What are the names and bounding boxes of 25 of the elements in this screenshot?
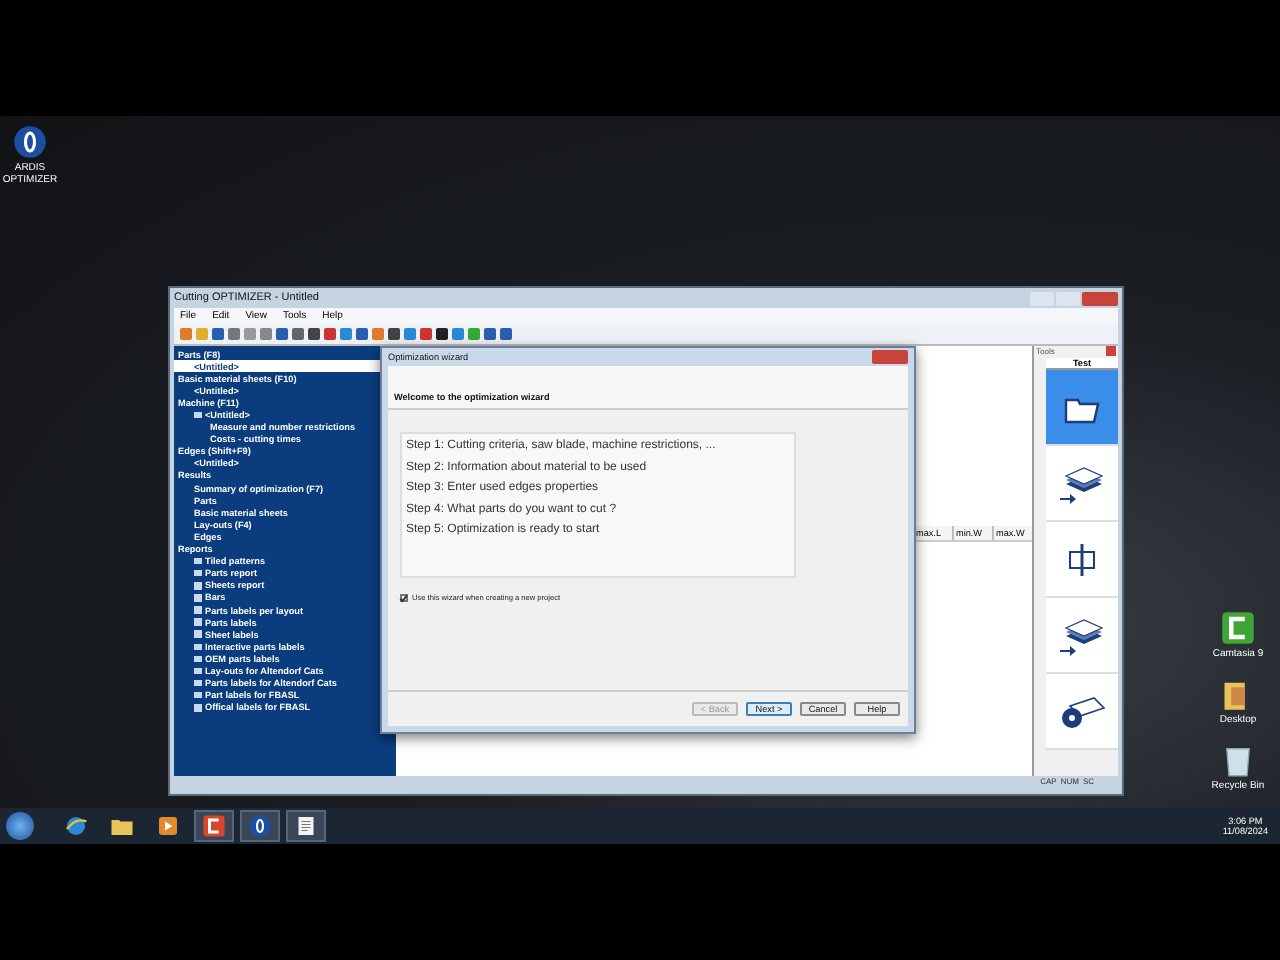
tool-item[interactable]: [1046, 370, 1118, 446]
taskbar-button[interactable]: [194, 810, 234, 842]
tool-item[interactable]: [1046, 598, 1118, 674]
report-icon: [194, 411, 201, 419]
tool-item[interactable]: [1046, 446, 1118, 522]
tool-item[interactable]: [1046, 674, 1118, 750]
edge-roll-icon: [1058, 693, 1106, 729]
close-button[interactable]: [1082, 291, 1118, 305]
folder-icon[interactable]: [110, 814, 134, 838]
play-icon[interactable]: [156, 814, 180, 838]
trash-bin-icon[interactable]: [1220, 742, 1256, 778]
tool-item[interactable]: [1046, 522, 1118, 598]
taskbar-button[interactable]: [240, 810, 280, 842]
stacked-sheets-icon: [1058, 463, 1106, 503]
c-logo-icon[interactable]: [1220, 610, 1256, 646]
disc-logo-icon[interactable]: [248, 814, 272, 838]
checkbox[interactable]: [400, 594, 408, 602]
disc-logo-icon[interactable]: [12, 124, 48, 160]
stacked-sheets-icon: [1058, 615, 1106, 655]
start-button[interactable]: [6, 812, 34, 840]
document-icon[interactable]: [294, 814, 318, 838]
c-logo-icon[interactable]: [202, 814, 226, 838]
globe-e-icon[interactable]: [64, 814, 88, 838]
panel-icon: [1064, 539, 1100, 579]
taskbar-button[interactable]: [286, 810, 326, 842]
